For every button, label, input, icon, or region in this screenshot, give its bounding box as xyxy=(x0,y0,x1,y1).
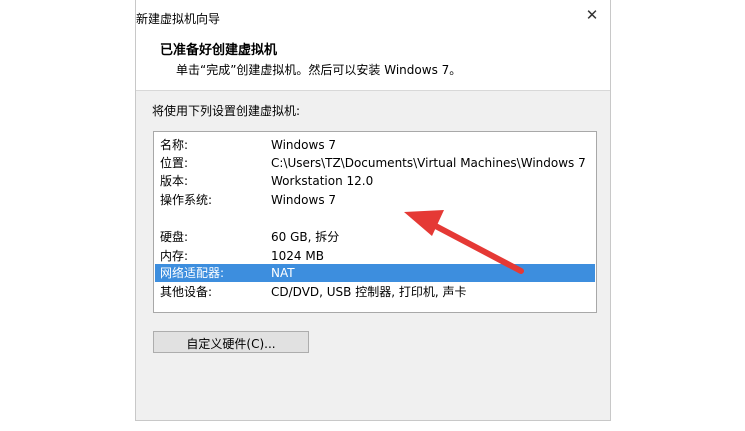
row-value: 1024 MB xyxy=(271,249,324,263)
row-label: 位置: xyxy=(160,156,189,170)
settings-row-location[interactable]: 位置: C:\Users\TZ\Documents\Virtual Machin… xyxy=(155,154,595,172)
row-value: NAT xyxy=(271,266,295,280)
settings-intro-label: 将使用下列设置创建虚拟机: xyxy=(152,104,301,118)
row-label: 名称: xyxy=(160,138,189,152)
settings-row-os[interactable]: 操作系统: Windows 7 xyxy=(155,191,595,209)
settings-row-name[interactable]: 名称: Windows 7 xyxy=(155,136,595,154)
row-value: 60 GB, 拆分 xyxy=(271,230,340,244)
row-value: CD/DVD, USB 控制器, 打印机, 声卡 xyxy=(271,285,467,299)
settings-row-version[interactable]: 版本: Workstation 12.0 xyxy=(155,172,595,190)
row-label: 版本: xyxy=(160,174,189,188)
close-icon[interactable]: ✕ xyxy=(584,7,600,23)
wizard-header: 新建虚拟机向导 ✕ 已准备好创建虚拟机 单击“完成”创建虚拟机。然后可以安装 W… xyxy=(136,0,610,91)
settings-summary-list: 名称: Windows 7 位置: C:\Users\TZ\Documents\… xyxy=(153,131,597,313)
row-label: 内存: xyxy=(160,249,189,263)
row-label: 网络适配器: xyxy=(160,266,225,280)
settings-row-other-devices[interactable]: 其他设备: CD/DVD, USB 控制器, 打印机, 声卡 xyxy=(155,283,595,301)
settings-row-network-adapter[interactable]: 网络适配器: NAT xyxy=(155,264,595,282)
settings-row-memory[interactable]: 内存: 1024 MB xyxy=(155,247,595,265)
settings-row-disk[interactable]: 硬盘: 60 GB, 拆分 xyxy=(155,228,595,246)
row-value: Windows 7 xyxy=(271,193,337,207)
row-value: C:\Users\TZ\Documents\Virtual Machines\W… xyxy=(271,156,586,170)
page-subtitle: 单击“完成”创建虚拟机。然后可以安装 Windows 7。 xyxy=(176,63,462,77)
row-label: 操作系统: xyxy=(160,193,213,207)
page-title: 已准备好创建虚拟机 xyxy=(160,43,278,58)
row-label: 硬盘: xyxy=(160,230,189,244)
new-vm-wizard-dialog: 新建虚拟机向导 ✕ 已准备好创建虚拟机 单击“完成”创建虚拟机。然后可以安装 W… xyxy=(135,0,611,421)
row-label: 其他设备: xyxy=(160,285,213,299)
row-value: Windows 7 xyxy=(271,138,337,152)
customize-hardware-button[interactable]: 自定义硬件(C)... xyxy=(153,331,309,353)
window-title: 新建虚拟机向导 xyxy=(136,12,221,26)
row-value: Workstation 12.0 xyxy=(271,174,374,188)
